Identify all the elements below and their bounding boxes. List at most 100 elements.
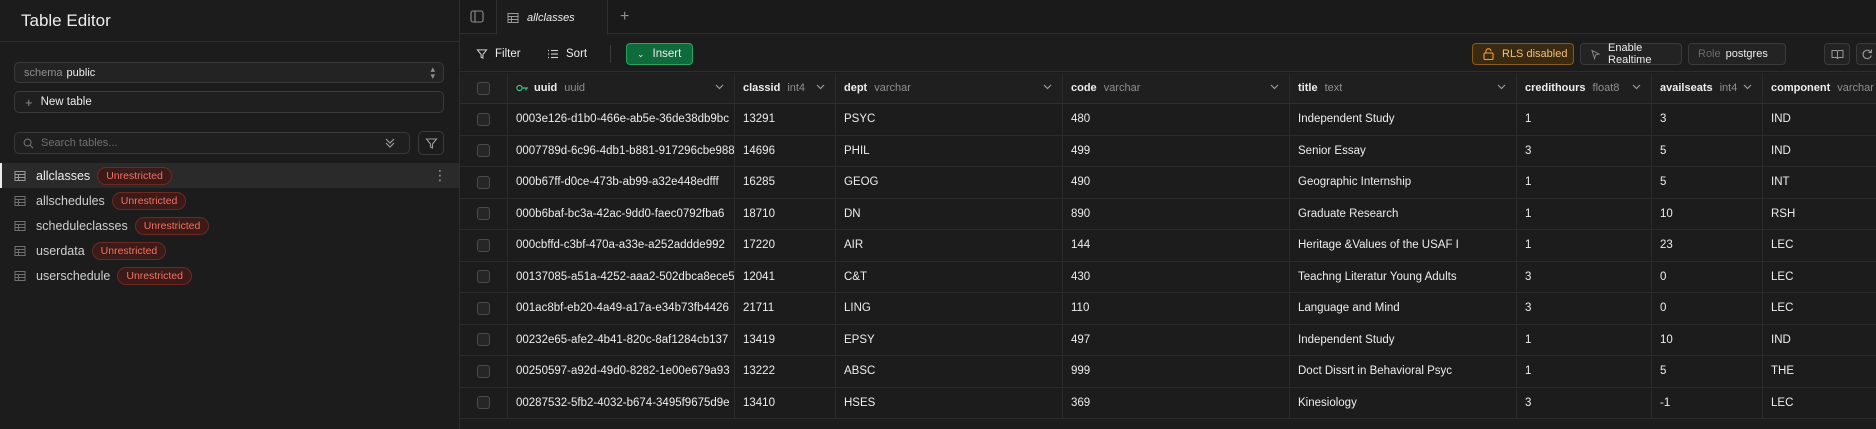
cell-availseats[interactable]: 3 — [1652, 104, 1763, 135]
cell-component[interactable]: IND — [1763, 136, 1876, 167]
table-row[interactable]: 0003e126-d1b0-466e-ab5e-36de38db9bc 13291… — [460, 104, 1876, 136]
cell-code[interactable]: 480 — [1063, 104, 1290, 135]
cell-credithours[interactable]: 3 — [1517, 387, 1652, 418]
cell-dept[interactable]: ABSC — [836, 356, 1063, 387]
cell-credithours[interactable]: 1 — [1517, 356, 1652, 387]
table-row[interactable]: 000b67ff-d0ce-473b-ab99-a32e448edfff 1628… — [460, 167, 1876, 199]
cell-uuid[interactable]: 0003e126-d1b0-466e-ab5e-36de38db9bc — [508, 104, 735, 135]
sidebar-toggle-icon[interactable] — [470, 10, 484, 26]
row-checkbox[interactable] — [477, 207, 490, 221]
column-header-availseats[interactable]: availseats int4 — [1652, 73, 1763, 103]
chevrons-down-icon[interactable] — [384, 136, 396, 150]
cell-classid[interactable]: 16285 — [735, 167, 836, 198]
enable-realtime-button[interactable]: Enable Realtime — [1580, 42, 1682, 66]
row-checkbox[interactable] — [477, 301, 490, 315]
column-header-classid[interactable]: classid int4 — [735, 73, 836, 103]
cell-credithours[interactable]: 3 — [1517, 135, 1652, 166]
table-row[interactable]: 000b6baf-bc3a-42ac-9dd0-faec0792fba6 1871… — [460, 198, 1876, 230]
row-checkbox[interactable] — [477, 396, 490, 410]
cell-code[interactable]: 999 — [1063, 356, 1290, 387]
cell-uuid[interactable]: 00232e65-afe2-4b41-820c-8af1284cb137 — [508, 324, 735, 355]
cell-component[interactable]: LEC — [1763, 293, 1876, 324]
row-checkbox[interactable] — [477, 238, 490, 252]
cell-credithours[interactable]: 1 — [1517, 104, 1652, 135]
schema-select[interactable]: schema public ▴ ▾ — [14, 62, 444, 83]
row-checkbox[interactable] — [477, 175, 490, 189]
cell-title[interactable]: Teachng Literatur Young Adults — [1290, 261, 1517, 292]
cell-availseats[interactable]: 10 — [1652, 324, 1763, 355]
cell-availseats[interactable]: 5 — [1652, 135, 1763, 166]
cell-dept[interactable]: EPSY — [836, 324, 1063, 355]
cell-uuid[interactable]: 00137085-a51a-4252-aaa2-502dbca8ece5 — [508, 261, 735, 292]
cell-classid[interactable]: 17220 — [735, 230, 836, 261]
cell-code[interactable]: 499 — [1063, 135, 1290, 166]
cell-uuid[interactable]: 001ac8bf-eb20-4a49-a17a-e34b73fb4426 — [508, 293, 735, 324]
cell-title[interactable]: Doct Dissrt in Behavioral Psyc — [1290, 356, 1517, 387]
insert-button[interactable]: ⌄ Insert — [626, 43, 693, 65]
cell-availseats[interactable]: -1 — [1652, 387, 1763, 418]
cell-uuid[interactable]: 000cbffd-c3bf-470a-a33e-a252addde992 — [508, 230, 735, 261]
cell-uuid[interactable]: 000b6baf-bc3a-42ac-9dd0-faec0792fba6 — [508, 198, 735, 229]
cell-component[interactable]: THE — [1763, 356, 1876, 387]
cell-credithours[interactable]: 1 — [1517, 324, 1652, 355]
cell-component[interactable]: RSH — [1763, 199, 1876, 230]
table-item-userschedule[interactable]: userschedule Unrestricted — [0, 263, 459, 288]
refresh-button[interactable] — [1856, 43, 1876, 65]
cell-component[interactable]: LEC — [1763, 262, 1876, 293]
cell-component[interactable]: IND — [1763, 325, 1876, 356]
cell-code[interactable]: 497 — [1063, 324, 1290, 355]
chevron-down-icon[interactable] — [715, 84, 724, 90]
definition-view-button[interactable] — [1824, 43, 1850, 65]
table-item-scheduleclasses[interactable]: scheduleclasses Unrestricted — [0, 213, 459, 238]
cell-credithours[interactable]: 3 — [1517, 261, 1652, 292]
column-header-title[interactable]: title text — [1290, 73, 1517, 103]
cell-component[interactable]: IND — [1763, 104, 1876, 135]
table-item-allclasses[interactable]: allclasses Unrestricted ⋮ — [0, 163, 459, 188]
cell-component[interactable]: INT — [1763, 167, 1876, 198]
cell-availseats[interactable]: 10 — [1652, 198, 1763, 229]
cell-dept[interactable]: PSYC — [836, 104, 1063, 135]
table-row[interactable]: 00287532-5fb2-4032-b674-3495f9675d9e 1341… — [460, 387, 1876, 419]
column-header-credithours[interactable]: credithours float8 — [1517, 73, 1652, 103]
cell-title[interactable]: Geographic Internship — [1290, 167, 1517, 198]
cell-dept[interactable]: GEOG — [836, 167, 1063, 198]
cell-code[interactable]: 144 — [1063, 230, 1290, 261]
cell-credithours[interactable]: 1 — [1517, 230, 1652, 261]
table-row[interactable]: 00232e65-afe2-4b41-820c-8af1284cb137 1341… — [460, 324, 1876, 356]
cell-uuid[interactable]: 000b67ff-d0ce-473b-ab99-a32e448edfff — [508, 167, 735, 198]
cell-uuid[interactable]: 00250597-a92d-49d0-8282-1e00e679a93 — [508, 356, 735, 387]
column-header-code[interactable]: code varchar — [1063, 73, 1290, 103]
table-item-userdata[interactable]: userdata Unrestricted — [0, 238, 459, 263]
add-tab-icon[interactable]: + — [620, 8, 629, 26]
cell-dept[interactable]: HSES — [836, 387, 1063, 418]
cell-uuid[interactable]: 0007789d-6c96-4db1-b881-917296cbe988 — [508, 135, 735, 166]
chevron-down-icon[interactable] — [1743, 84, 1752, 90]
cell-title[interactable]: Language and Mind — [1290, 293, 1517, 324]
cell-availseats[interactable]: 5 — [1652, 356, 1763, 387]
select-all-checkbox[interactable] — [477, 81, 490, 95]
cell-title[interactable]: Independent Study — [1290, 324, 1517, 355]
filter-button[interactable]: Filter — [476, 43, 521, 65]
cell-component[interactable]: LEC — [1763, 230, 1876, 261]
chevron-down-icon[interactable] — [816, 84, 825, 90]
cell-classid[interactable]: 13410 — [735, 387, 836, 418]
search-tables-input[interactable]: Search tables... — [14, 132, 410, 154]
cell-dept[interactable]: DN — [836, 198, 1063, 229]
new-table-button[interactable]: + New table — [14, 91, 444, 113]
rls-disabled-button[interactable]: RLS disabled — [1472, 43, 1574, 65]
row-checkbox[interactable] — [477, 333, 490, 347]
chevron-down-icon[interactable] — [1270, 84, 1279, 90]
row-checkbox[interactable] — [477, 364, 490, 378]
cell-dept[interactable]: AIR — [836, 230, 1063, 261]
cell-dept[interactable]: LING — [836, 293, 1063, 324]
cell-classid[interactable]: 13419 — [735, 324, 836, 355]
cell-title[interactable]: Senior Essay — [1290, 135, 1517, 166]
cell-uuid[interactable]: 00287532-5fb2-4032-b674-3495f9675d9e — [508, 387, 735, 418]
cell-title[interactable]: Kinesiology — [1290, 387, 1517, 418]
cell-title[interactable]: Heritage &Values of the USAF I — [1290, 230, 1517, 261]
cell-classid[interactable]: 14696 — [735, 135, 836, 166]
cell-availseats[interactable]: 0 — [1652, 261, 1763, 292]
cell-classid[interactable]: 13222 — [735, 356, 836, 387]
cell-availseats[interactable]: 0 — [1652, 293, 1763, 324]
table-row[interactable]: 00250597-a92d-49d0-8282-1e00e679a93 13222… — [460, 356, 1876, 388]
